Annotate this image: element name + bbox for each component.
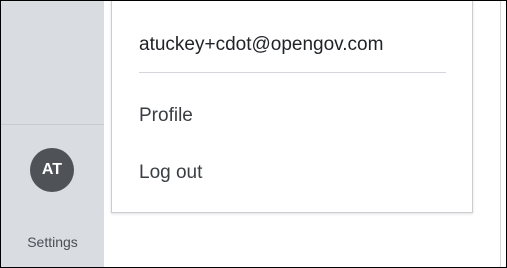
user-menu-dropdown: atuckey+cdot@opengov.com Profile Log out (111, 1, 473, 213)
user-email: atuckey+cdot@opengov.com (139, 34, 384, 55)
settings-label[interactable]: Settings (1, 234, 104, 250)
content-edge-divider (500, 1, 501, 267)
sidebar-divider (1, 124, 104, 125)
app-frame: AT Settings atuckey+cdot@opengov.com Pro… (0, 0, 507, 268)
user-avatar-button[interactable]: AT (30, 148, 74, 192)
profile-menu-item[interactable]: Profile (139, 105, 193, 127)
menu-divider (139, 72, 446, 73)
logout-menu-item[interactable]: Log out (139, 162, 202, 184)
avatar-initials: AT (41, 161, 63, 178)
sidebar: AT Settings (1, 1, 104, 267)
